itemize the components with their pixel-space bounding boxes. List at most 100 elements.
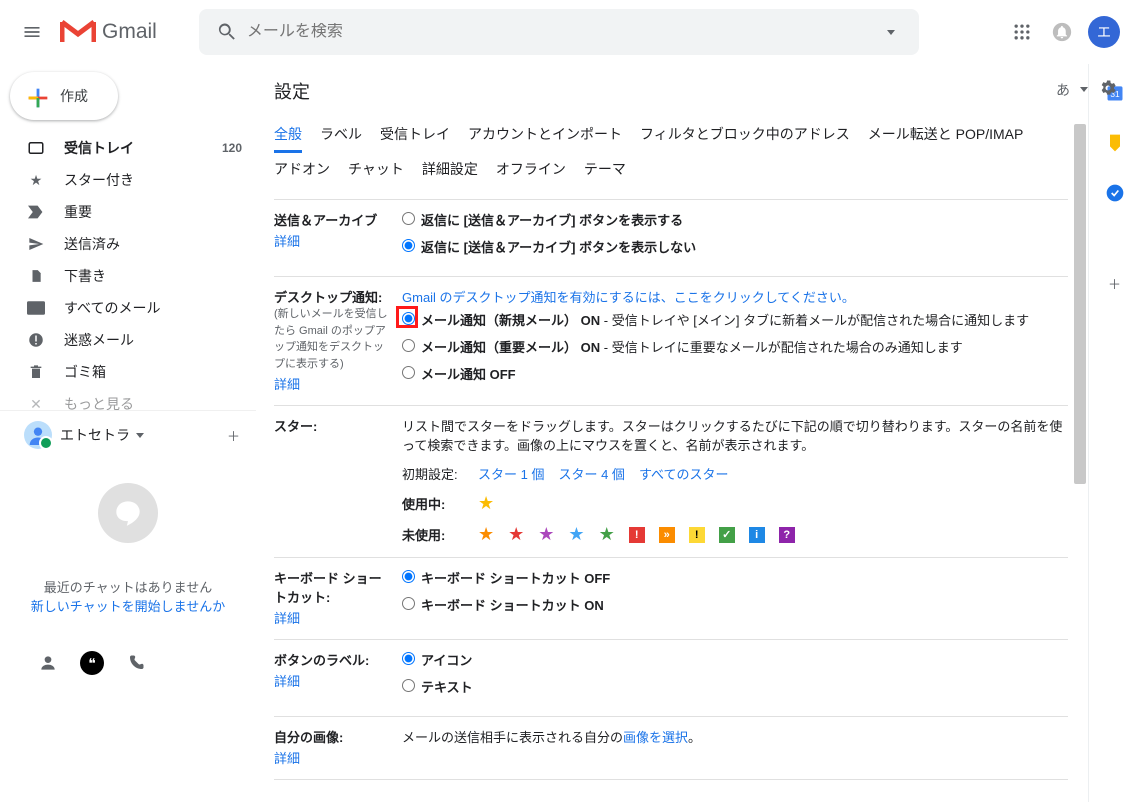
send-archive-label: 送信＆アーカイブ [274, 210, 394, 229]
tab-chat[interactable]: チャット [348, 153, 404, 185]
avatar-initial: エ [1097, 22, 1111, 42]
notifications-button[interactable] [1042, 12, 1082, 52]
account-avatar[interactable]: エ [1088, 16, 1120, 48]
apps-grid-icon [1012, 22, 1032, 42]
hangouts-contacts-tab[interactable] [28, 645, 68, 681]
star-blue-info-icon[interactable]: i [749, 527, 765, 543]
tab-accounts[interactable]: アカウントとインポート [468, 118, 622, 153]
hangouts-start-chat-link[interactable]: 新しいチャットを開始しませんか [18, 596, 238, 615]
stars-preset-all[interactable]: すべてのスター [639, 464, 729, 483]
drafts-icon [26, 266, 46, 286]
search-bar[interactable] [199, 9, 919, 55]
compose-label: 作成 [60, 86, 88, 106]
picture-label: 自分の画像: [274, 727, 394, 746]
nav-sent[interactable]: 送信済み [0, 228, 256, 260]
button-labels-details-link[interactable]: 詳細 [274, 671, 300, 690]
hangouts-chat-tab[interactable]: ❝ [72, 645, 112, 681]
star-yellow-icon[interactable]: ★ [478, 493, 494, 514]
stars-preset-1[interactable]: スター 1 個 [478, 464, 544, 483]
shortcuts-off-radio[interactable] [402, 570, 415, 583]
nav-important[interactable]: 重要 [0, 196, 256, 228]
desktop-new-radio[interactable] [402, 312, 415, 325]
star-red-bang-icon[interactable]: ! [629, 527, 645, 543]
star-green-icon[interactable]: ★ [599, 524, 615, 545]
gmail-logo[interactable]: Gmail [56, 18, 157, 46]
tab-themes[interactable]: テーマ [584, 153, 626, 185]
sidebar: 作成 受信トレイ 120 ★スター付き 重要 送信済み 下書き すべてのメール … [0, 64, 256, 802]
addons-plus-button[interactable]: ＋ [1104, 272, 1126, 294]
hangouts-user-row[interactable]: エトセトラ ＋ [0, 417, 256, 453]
header: Gmail エ [0, 0, 1140, 64]
stars-preset-4[interactable]: スター 4 個 [558, 464, 624, 483]
scrollbar[interactable] [1074, 124, 1086, 484]
section-stars: スター: リスト間でスターをドラッグします。スターはクリックするたびに下記の順で… [274, 405, 1068, 557]
star-green-check-icon[interactable]: ✓ [719, 527, 735, 543]
star-orange-icon[interactable]: ★ [478, 524, 494, 545]
chevron-down-icon[interactable] [1080, 87, 1088, 92]
desktop-important-radio[interactable] [402, 339, 415, 352]
compose-button[interactable]: 作成 [10, 72, 118, 120]
button-labels-label: ボタンのラベル: [274, 650, 394, 669]
send-archive-details-link[interactable]: 詳細 [274, 231, 300, 250]
picture-select-link[interactable]: 画像を選択 [623, 730, 688, 745]
tab-inbox[interactable]: 受信トレイ [380, 118, 450, 153]
hangouts-logo [98, 483, 158, 543]
shortcuts-details-link[interactable]: 詳細 [274, 608, 300, 627]
apps-button[interactable] [1002, 12, 1042, 52]
plus-icon [24, 84, 48, 108]
allmail-icon [26, 298, 46, 318]
spam-icon [26, 330, 46, 350]
hangouts-new-button[interactable]: ＋ [227, 426, 240, 445]
picture-details-link[interactable]: 詳細 [274, 748, 300, 767]
tab-labels[interactable]: ラベル [320, 118, 362, 153]
tasks-addon-button[interactable] [1104, 182, 1126, 204]
desktop-details-link[interactable]: 詳細 [274, 374, 300, 393]
search-options-dropdown[interactable] [871, 30, 911, 35]
nav-trash[interactable]: ゴミ箱 [0, 356, 256, 388]
star-blue-icon[interactable]: ★ [568, 524, 584, 545]
hangouts-username: エトセトラ [60, 425, 130, 445]
desktop-label: デスクトップ通知: [274, 287, 394, 306]
input-method-indicator[interactable]: あ [1056, 80, 1070, 100]
send-archive-hide-radio[interactable] [402, 239, 415, 252]
inbox-icon [26, 138, 46, 158]
nav-drafts[interactable]: 下書き [0, 260, 256, 292]
send-archive-show-radio[interactable] [402, 212, 415, 225]
chevron-down-icon[interactable] [136, 433, 144, 438]
desktop-off-radio[interactable] [402, 366, 415, 379]
star-red-icon[interactable]: ★ [508, 524, 524, 545]
nav-spam[interactable]: 迷惑メール [0, 324, 256, 356]
main-menu-button[interactable] [8, 8, 56, 56]
tab-general[interactable]: 全般 [274, 118, 302, 153]
tab-addons[interactable]: アドオン [274, 153, 330, 185]
nav-inbox[interactable]: 受信トレイ 120 [0, 132, 256, 164]
tab-offline[interactable]: オフライン [496, 153, 566, 185]
settings-title: 設定 [274, 78, 1068, 104]
star-icon: ★ [26, 170, 46, 190]
star-yellow-bang-icon[interactable]: ! [689, 527, 705, 543]
bell-icon [1051, 21, 1073, 43]
nav-allmail[interactable]: すべてのメール [0, 292, 256, 324]
tab-filters[interactable]: フィルタとブロック中のアドレス [640, 118, 850, 153]
search-input[interactable] [247, 23, 871, 41]
star-purple-question-icon[interactable]: ? [779, 527, 795, 543]
star-purple-icon[interactable]: ★ [538, 524, 554, 545]
button-labels-text-radio[interactable] [402, 679, 415, 692]
star-orange-arrow-icon[interactable]: » [659, 527, 675, 543]
nav-starred[interactable]: ★スター付き [0, 164, 256, 196]
hangouts-panel: エトセトラ ＋ 最近のチャットはありません 新しいチャットを開始しませんか ❝ [0, 410, 256, 687]
section-cutoff [274, 779, 1068, 802]
settings-tabs: 全般 ラベル 受信トレイ アカウントとインポート フィルタとブロック中のアドレス… [274, 118, 1068, 185]
shortcuts-on-radio[interactable] [402, 597, 415, 610]
tab-forwarding[interactable]: メール転送と POP/IMAP [868, 118, 1024, 153]
hangouts-phone-tab[interactable] [116, 645, 156, 681]
side-panel: 31 ＋ [1088, 64, 1140, 802]
sent-icon [26, 234, 46, 254]
button-labels-icons-radio[interactable] [402, 652, 415, 665]
important-icon [26, 202, 46, 222]
tab-advanced[interactable]: 詳細設定 [422, 153, 478, 185]
keep-addon-button[interactable] [1104, 132, 1126, 154]
desktop-enable-link[interactable]: Gmail のデスクトップ通知を有効にするには、ここをクリックしてください。 [402, 290, 855, 305]
search-icon[interactable] [207, 12, 247, 52]
main-panel: あ 設定 全般 ラベル 受信トレイ アカウントとインポート フィルタとブロック中… [256, 64, 1140, 802]
